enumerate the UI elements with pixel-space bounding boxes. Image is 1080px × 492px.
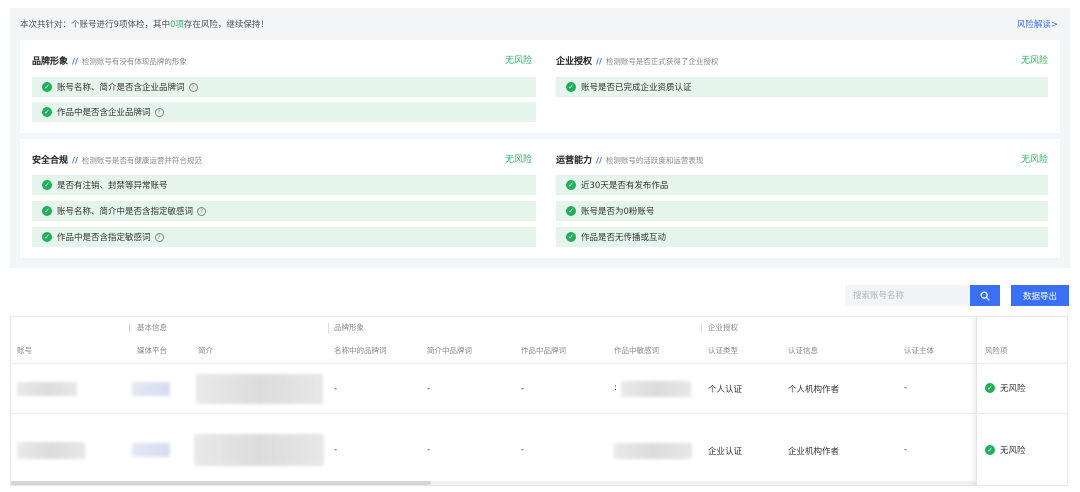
check-circle-icon: ✓ xyxy=(42,107,52,117)
check-item: ✓ 作品中是否含企业品牌词 ? xyxy=(32,102,536,122)
search-input[interactable] xyxy=(845,285,970,306)
account-name-redacted xyxy=(17,382,77,396)
col-cert-subject: 认证主体 xyxy=(904,346,934,355)
cell-intro-brand: - xyxy=(427,445,431,455)
help-icon[interactable]: ? xyxy=(197,206,207,216)
cell-works-brand: - xyxy=(521,384,525,394)
check-circle-icon: ✓ xyxy=(42,232,52,242)
card-desc: 检测账号是否正式获得了企业授权 xyxy=(605,57,719,66)
col-cert-type: 认证类型 xyxy=(708,346,738,355)
risk-count: 0项 xyxy=(169,20,184,30)
col-platform: 媒体平台 xyxy=(137,346,167,355)
card-title: 运营能力//检测账号的活跃度和运营表现 xyxy=(556,156,704,166)
risk-cell: ✓ 无风险 xyxy=(985,444,1026,456)
group-header-brand: 品牌形象 xyxy=(334,323,364,332)
header-divider xyxy=(11,363,1067,364)
horizontal-scrollbar[interactable] xyxy=(11,481,976,485)
search-button[interactable] xyxy=(970,285,1000,306)
help-icon[interactable]: ? xyxy=(154,107,164,117)
cell-name-brand: - xyxy=(334,384,338,394)
col-intro-brand: 简介中品牌词 xyxy=(427,346,472,355)
cell-cert-info: 个人机构作者 xyxy=(788,385,840,395)
group-header-auth: 企业授权 xyxy=(708,323,738,332)
cell-cert-type: 个人认证 xyxy=(708,385,743,395)
risk-interpretation-link[interactable]: 风险解读> xyxy=(1017,18,1058,30)
col-works-brand: 作品中品牌词 xyxy=(521,346,566,355)
check-circle-icon: ✓ xyxy=(42,180,52,190)
cell-works-sensitive: : xyxy=(614,383,617,393)
card-desc: 检测账号有没有体现品牌的形象 xyxy=(81,57,187,66)
intro-redacted xyxy=(194,434,324,466)
platform-redacted xyxy=(132,382,170,396)
col-account: 账号 xyxy=(17,346,32,355)
check-circle-icon: ✓ xyxy=(985,445,995,455)
check-circle-icon: ✓ xyxy=(42,82,52,92)
account-name-redacted xyxy=(17,442,85,459)
col-cert-info: 认证信息 xyxy=(788,346,818,355)
col-works-sensitive: 作品中敏感词 xyxy=(614,346,659,355)
check-item: ✓ 账号是否已完成企业资质认证 xyxy=(556,77,1048,97)
cell-intro-brand: - xyxy=(427,384,431,394)
risk-cell: ✓ 无风险 xyxy=(985,382,1026,394)
risk-check-panel: 本次共针对：个账号进行9项体检，其中0项存在风险，继续保持！ 风险解读> 品牌形… xyxy=(10,8,1070,268)
card-title: 品牌形象//检测账号有没有体现品牌的形象 xyxy=(32,57,187,67)
check-summary: 本次共针对：个账号进行9项体检，其中0项存在风险，继续保持！ xyxy=(20,20,269,30)
cell-cert-subject: - xyxy=(904,445,908,455)
header-divider xyxy=(976,363,1067,364)
card-title: 企业授权//检测账号是否正式获得了企业授权 xyxy=(556,57,719,67)
status-badge: 无风险 xyxy=(1020,155,1048,165)
check-item: ✓ 账号名称、简介中是否含指定敏感词 ? xyxy=(32,201,536,221)
card-safety-compliance: 安全合规//检测账号是否有健康运营并符合规范 无风险 ✓ 是否有注销、封禁等异常… xyxy=(20,139,544,258)
cell-cert-subject: - xyxy=(904,383,908,393)
help-icon[interactable]: ? xyxy=(154,232,164,242)
check-item: ✓ 是否有注销、封禁等异常账号 xyxy=(32,175,536,195)
col-risk: 风险项 xyxy=(985,346,1008,355)
check-item: ✓ 近30天是否有发布作品 xyxy=(556,175,1048,195)
help-icon[interactable]: ? xyxy=(188,82,198,92)
check-circle-icon: ✓ xyxy=(42,206,52,216)
account-table: 基本信息 品牌形象 企业授权 账号 媒体平台 简介 名称中的品牌词 简介中品牌词… xyxy=(10,316,1068,486)
card-desc: 检测账号的活跃度和运营表现 xyxy=(605,156,704,165)
check-circle-icon: ✓ xyxy=(566,82,576,92)
card-desc: 检测账号是否有健康运营并符合规范 xyxy=(81,156,202,165)
status-badge: 无风险 xyxy=(1020,56,1048,66)
check-circle-icon: ✓ xyxy=(985,383,995,393)
check-item: ✓ 作品中是否含指定敏感词 ? xyxy=(32,227,536,247)
row-divider xyxy=(11,413,1067,414)
card-brand-image: 品牌形象//检测账号有没有体现品牌的形象 无风险 ✓ 账号名称、简介是否含企业品… xyxy=(20,40,544,133)
row-divider xyxy=(976,413,1067,414)
status-badge: 无风险 xyxy=(504,56,532,66)
card-enterprise-auth: 企业授权//检测账号是否正式获得了企业授权 无风险 ✓ 账号是否已完成企业资质认… xyxy=(544,40,1060,133)
sensitive-redacted xyxy=(621,381,691,397)
col-intro: 简介 xyxy=(198,346,213,355)
group-header-basic: 基本信息 xyxy=(137,323,167,332)
platform-redacted xyxy=(132,443,170,457)
check-circle-icon: ✓ xyxy=(566,206,576,216)
col-name-brand: 名称中的品牌词 xyxy=(334,346,387,355)
export-button[interactable]: 数据导出 xyxy=(1011,285,1069,306)
fixed-risk-column: 风险项 ✓ 无风险 ✓ 无风险 xyxy=(976,317,1067,485)
check-circle-icon: ✓ xyxy=(566,180,576,190)
group-separator xyxy=(701,323,702,333)
group-separator xyxy=(328,323,329,333)
card-title: 安全合规//检测账号是否有健康运营并符合规范 xyxy=(32,156,202,166)
intro-redacted xyxy=(196,374,323,404)
cell-cert-info: 企业机构作者 xyxy=(788,447,840,457)
cell-name-brand: - xyxy=(334,445,338,455)
group-separator xyxy=(129,323,130,333)
scrollbar-thumb[interactable] xyxy=(11,481,431,485)
cell-works-brand: - xyxy=(521,445,525,455)
check-item: ✓ 账号名称、简介是否含企业品牌词 ? xyxy=(32,77,536,97)
check-item: ✓ 账号是否为0粉账号 xyxy=(556,201,1048,221)
check-item: ✓ 作品是否无传播或互动 xyxy=(556,227,1048,247)
sensitive-redacted xyxy=(614,443,692,459)
status-badge: 无风险 xyxy=(504,155,532,165)
cell-cert-type: 企业认证 xyxy=(708,447,743,457)
check-circle-icon: ✓ xyxy=(566,232,576,242)
card-operations: 运营能力//检测账号的活跃度和运营表现 无风险 ✓ 近30天是否有发布作品 ✓ … xyxy=(544,139,1060,258)
search-icon xyxy=(980,291,990,301)
